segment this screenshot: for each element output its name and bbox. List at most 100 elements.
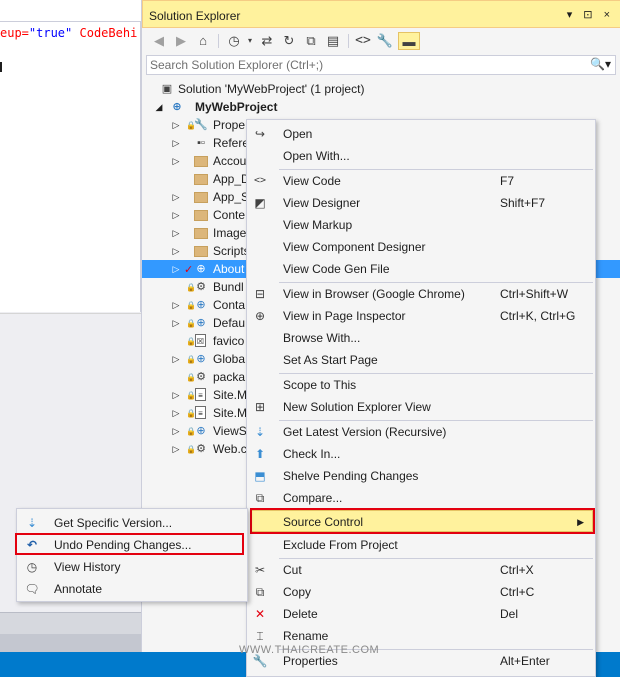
refresh-icon[interactable]: ↻ <box>280 32 298 50</box>
code-line[interactable]: eup="true" CodeBehi <box>0 26 137 40</box>
collapse-arrow-icon[interactable]: ◢ <box>154 98 164 116</box>
pin-icon[interactable]: ▬ <box>398 32 420 50</box>
callout-box-source-control <box>250 508 595 534</box>
folder-icon <box>194 246 208 257</box>
menu-item-shelve-pending-changes[interactable]: ⬒ Shelve Pending Changes <box>248 465 594 487</box>
expand-arrow-icon[interactable]: ▷ <box>171 404 181 422</box>
menu-item-get-latest-version[interactable]: ⇣ Get Latest Version (Recursive) <box>248 421 594 443</box>
search-input[interactable] <box>147 56 587 74</box>
tree-item-solution[interactable]: ▣ Solution 'MyWebProject' (1 project) <box>142 80 620 98</box>
expand-arrow-icon[interactable]: ▷ <box>171 422 181 440</box>
expand-arrow-icon[interactable]: ▷ <box>171 260 181 278</box>
expand-arrow-icon[interactable]: ▷ <box>171 242 181 260</box>
menu-item-delete[interactable]: ✕ Delete Del <box>248 603 594 625</box>
menu-item-view-component-designer[interactable]: View Component Designer <box>248 236 594 258</box>
menu-item-shortcut: Shift+F7 <box>500 196 546 210</box>
references-icon: ▪▫ <box>197 137 205 149</box>
menu-item-open-with[interactable]: Open With... <box>248 145 594 167</box>
menu-item-check-in[interactable]: ⬆ Check In... <box>248 443 594 465</box>
search-box[interactable]: 🔍▾ <box>146 55 616 75</box>
menu-item-annotate[interactable]: 🗨 Annotate <box>18 578 246 600</box>
menu-item-set-as-start-page[interactable]: Set As Start Page <box>248 349 594 371</box>
lock-icon: 🔒 <box>186 301 196 310</box>
menu-item-label: View Component Designer <box>283 240 426 254</box>
menu-item-label: View Code <box>283 174 341 188</box>
expand-arrow-icon[interactable]: ▷ <box>171 314 181 332</box>
page-inspector-icon: ⊕ <box>254 309 266 323</box>
tree-item-label: Web.c <box>213 442 247 456</box>
menu-item-new-solution-explorer-view[interactable]: ⊞ New Solution Explorer View <box>248 396 594 418</box>
folder-icon <box>194 228 208 239</box>
expand-arrow-icon[interactable]: ▷ <box>171 134 181 152</box>
menu-item-compare[interactable]: ⧉ Compare... <box>248 487 594 509</box>
chevron-down-icon[interactable]: ▾ <box>241 32 259 50</box>
tree-item-label: Bundl <box>213 280 244 294</box>
rename-icon: ⌶ <box>256 629 264 643</box>
menu-item-get-specific-version[interactable]: ⇣ Get Specific Version... <box>18 512 246 534</box>
menu-item-shortcut: Ctrl+K, Ctrl+G <box>500 309 576 323</box>
code-editor[interactable]: eup="true" CodeBehi <box>0 0 141 312</box>
master-file-icon: ≡ <box>195 406 206 419</box>
text-caret <box>0 62 2 72</box>
menu-item-scope-to-this[interactable]: Scope to This <box>248 374 594 396</box>
menu-item-label: Delete <box>283 607 318 621</box>
properties-wrench-icon[interactable]: 🔧 <box>376 32 394 50</box>
menu-item-view-history[interactable]: ◷ View History <box>18 556 246 578</box>
menu-item-view-markup[interactable]: View Markup <box>248 214 594 236</box>
tree-item-label: Conta <box>213 298 246 312</box>
lock-icon: 🔒 <box>186 391 196 400</box>
checkmark-icon: ✓ <box>184 264 194 276</box>
show-all-files-icon[interactable]: ▤ <box>324 32 342 50</box>
back-icon[interactable]: ◀ <box>150 32 168 50</box>
code-attr-value: "true" <box>28 26 73 40</box>
expand-arrow-icon[interactable]: ▷ <box>171 152 181 170</box>
tree-item-label: ViewS <box>213 424 247 438</box>
menu-item-label: View in Page Inspector <box>283 309 406 323</box>
menu-item-label: Cut <box>283 563 302 577</box>
lock-icon: 🔒 <box>186 121 196 130</box>
lock-icon: 🔒 <box>186 355 196 364</box>
collapse-all-icon[interactable]: ⧉ <box>302 32 320 50</box>
menu-item-browse-with[interactable]: Browse With... <box>248 327 594 349</box>
callout-box-undo <box>15 533 244 555</box>
window-buttons[interactable]: ▾ ⊡ × <box>567 8 614 21</box>
expand-arrow-icon[interactable]: ▷ <box>171 296 181 314</box>
solution-explorer-title-bar[interactable]: Solution Explorer ▾ ⊡ × <box>142 0 620 28</box>
menu-item-copy[interactable]: ⧉ Copy Ctrl+C <box>248 581 594 603</box>
menu-item-view-code[interactable]: <> View Code F7 <box>248 170 594 192</box>
expand-arrow-icon[interactable]: ▷ <box>171 206 181 224</box>
panel-title: Solution Explorer <box>149 9 241 23</box>
bottom-panel-tabs <box>0 634 141 652</box>
tree-item-label: Prope <box>213 118 246 132</box>
expand-arrow-icon[interactable]: ▷ <box>171 116 181 134</box>
menu-item-label: View Code Gen File <box>283 262 390 276</box>
expand-arrow-icon[interactable]: ▷ <box>171 386 181 404</box>
copy-icon: ⧉ <box>255 585 265 599</box>
expand-arrow-icon[interactable]: ▷ <box>171 350 181 368</box>
menu-item-view-code-gen-file[interactable]: View Code Gen File <box>248 258 594 280</box>
menu-item-exclude-from-project[interactable]: Exclude From Project <box>248 534 594 556</box>
menu-item-label: Copy <box>283 585 312 599</box>
menu-item-view-in-browser[interactable]: ⊟ View in Browser (Google Chrome) Ctrl+S… <box>248 283 594 305</box>
lock-icon: 🔒 <box>186 409 196 418</box>
get-latest-icon: ⇣ <box>254 425 266 439</box>
get-specific-icon: ⇣ <box>26 516 38 530</box>
forward-icon[interactable]: ▶ <box>172 32 190 50</box>
search-dropdown-icon[interactable]: 🔍▾ <box>590 57 611 71</box>
expand-arrow-icon[interactable]: ▷ <box>171 188 181 206</box>
menu-item-open[interactable]: ↪ Open <box>248 123 594 145</box>
view-code-icon[interactable]: <> <box>354 32 372 50</box>
compare-icon: ⧉ <box>255 491 265 505</box>
menu-item-view-in-page-inspector[interactable]: ⊕ View in Page Inspector Ctrl+K, Ctrl+G <box>248 305 594 327</box>
tree-item-project[interactable]: ◢ ⊕ MyWebProject <box>142 98 620 116</box>
expand-arrow-icon[interactable]: ▷ <box>171 224 181 242</box>
web-project-icon: ⊕ <box>172 101 182 113</box>
web-file-icon: ⊕ <box>196 299 206 311</box>
home-icon[interactable]: ⌂ <box>194 32 212 50</box>
web-file-icon: ⊕ <box>196 317 206 329</box>
menu-item-cut[interactable]: ✂ Cut Ctrl+X <box>248 559 594 581</box>
menu-item-view-designer[interactable]: ◩ View Designer Shift+F7 <box>248 192 594 214</box>
sync-icon[interactable]: ⇄ <box>258 32 276 50</box>
expand-arrow-icon[interactable]: ▷ <box>171 440 181 458</box>
solution-explorer-toolbar: ◀ ▶ ⌂ ◷ ▾ ⇄ ↻ ⧉ ▤ <> 🔧 ▬ <box>142 28 620 54</box>
